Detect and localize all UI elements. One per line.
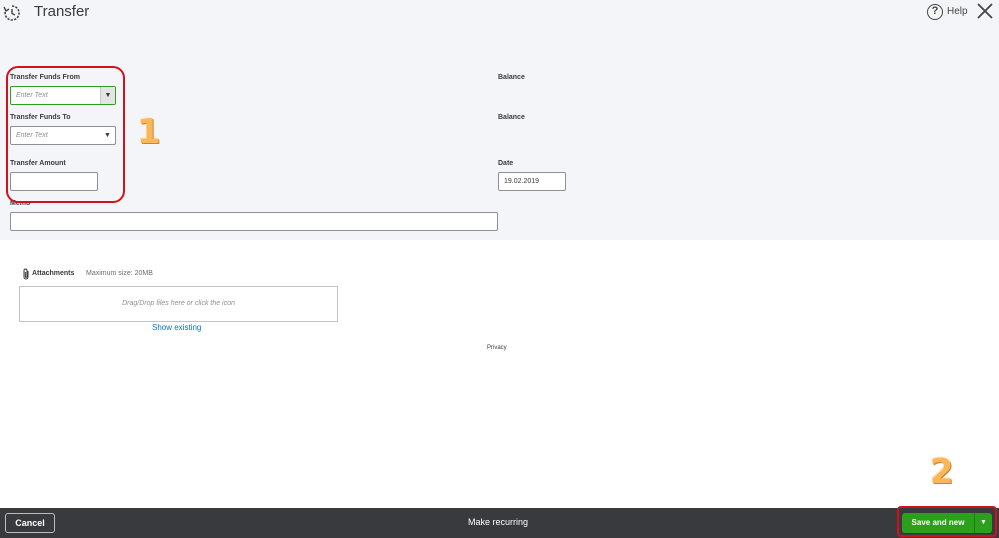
page-title: Transfer <box>34 3 90 20</box>
cancel-button[interactable]: Cancel <box>5 513 55 533</box>
close-icon[interactable] <box>976 2 994 20</box>
footer-bar: Cancel Make recurring Save and new ▼ <box>0 508 999 538</box>
date-input[interactable]: 19.02.2019 <box>498 172 566 191</box>
highlight-box-1 <box>6 66 125 203</box>
balance-to-label: Balance <box>498 114 525 121</box>
attachments-label: Attachments <box>32 270 75 277</box>
annotation-number-1: 1 <box>137 112 161 152</box>
highlight-box-2 <box>897 506 997 537</box>
help-link[interactable]: Help <box>947 6 968 17</box>
balance-from-label: Balance <box>498 74 525 81</box>
show-existing-link[interactable]: Show existing <box>152 323 201 332</box>
annotation-number-2: 2 <box>930 452 954 492</box>
help-icon[interactable]: ? <box>927 4 943 20</box>
attachment-dropzone[interactable]: Drag/Drop files here or click the icon <box>19 286 338 322</box>
date-label: Date <box>498 160 514 167</box>
attachments-max-size: Maximum size: 20MB <box>86 270 153 277</box>
paperclip-icon <box>23 268 29 280</box>
privacy-link[interactable]: Privacy <box>487 345 507 351</box>
memo-input[interactable] <box>10 212 498 231</box>
recent-transactions-icon[interactable] <box>3 4 21 22</box>
make-recurring-button[interactable]: Make recurring <box>468 517 528 527</box>
